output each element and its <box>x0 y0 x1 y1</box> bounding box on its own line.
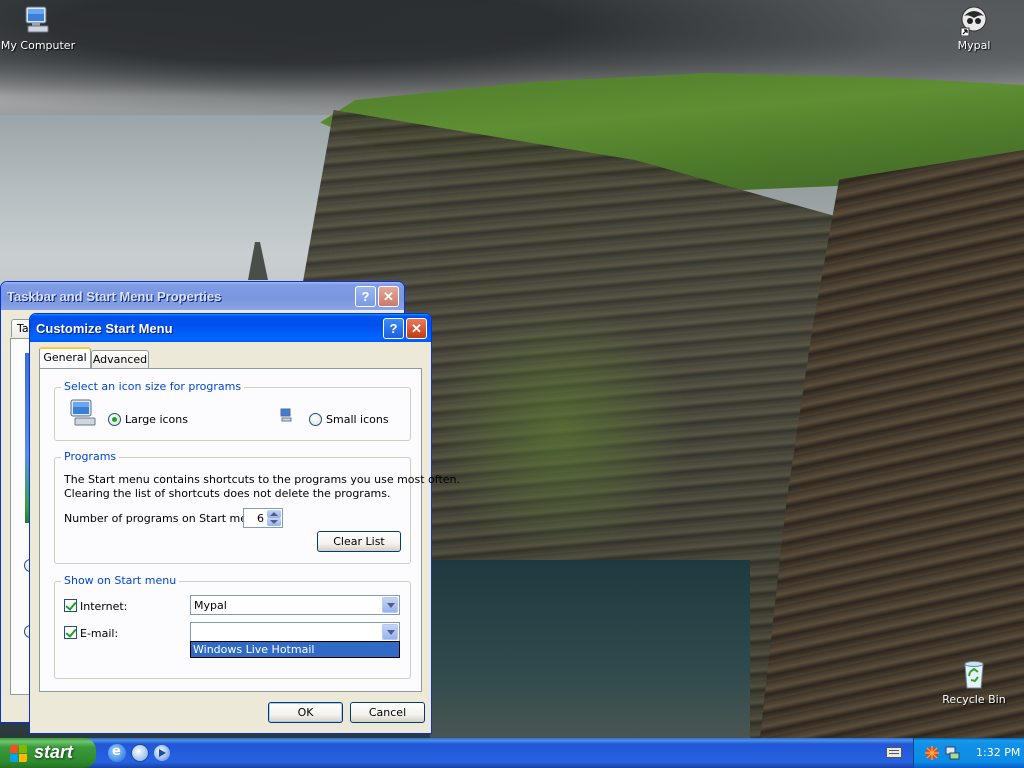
large-icons-icon <box>69 398 99 428</box>
internet-label[interactable]: Internet: <box>80 600 127 613</box>
internet-browser-value: Mypal <box>194 599 227 612</box>
dropdown-option-windows-live-hotmail[interactable]: Windows Live Hotmail <box>191 642 399 657</box>
spin-down-icon[interactable] <box>267 518 281 526</box>
internet-explorer-icon[interactable]: e <box>108 744 126 762</box>
mypal-icon <box>958 4 990 37</box>
show-on-start-group: Show on Start menu Internet: Mypal E-mai… <box>54 574 411 679</box>
ok-button[interactable]: OK <box>268 702 343 723</box>
group-legend: Show on Start menu <box>61 574 180 587</box>
my-computer-icon <box>22 4 54 36</box>
group-legend: Select an icon size for programs <box>61 380 245 393</box>
chevron-down-icon[interactable] <box>382 597 398 613</box>
email-dropdown-list: Windows Live Hotmail <box>190 641 400 658</box>
email-label[interactable]: E-mail: <box>80 627 118 640</box>
security-alert-icon[interactable] <box>924 745 940 761</box>
program-count-spinner[interactable]: 6 <box>243 508 283 528</box>
close-button[interactable]: ✕ <box>406 318 427 339</box>
close-button[interactable]: ✕ <box>378 286 399 307</box>
internet-checkbox[interactable] <box>64 599 77 612</box>
tab-label: General <box>43 351 87 364</box>
windows-logo-icon <box>10 745 27 762</box>
help-button[interactable]: ? <box>383 318 404 339</box>
programs-group: Programs The Start menu contains shortcu… <box>54 450 460 564</box>
email-checkbox[interactable] <box>64 626 77 639</box>
media-player-icon[interactable] <box>154 745 170 761</box>
small-icons-radio[interactable] <box>309 413 322 426</box>
customize-start-menu-dialog: Customize Start Menu ? ✕ General Advance… <box>29 313 460 734</box>
program-count-label: Number of programs on Start menu: <box>64 512 265 525</box>
water-bottom <box>430 560 750 738</box>
desktop-icon-my-computer[interactable]: My Computer <box>0 4 78 52</box>
desktop-icon-label: Recycle Bin <box>942 693 1006 706</box>
desktop-icon-label: Mypal <box>957 39 991 52</box>
help-button[interactable]: ? <box>355 286 376 307</box>
mypal-browser-icon[interactable] <box>131 744 149 762</box>
cancel-button[interactable]: Cancel <box>350 702 425 723</box>
small-icons-label[interactable]: Small icons <box>326 413 389 426</box>
chevron-down-icon[interactable] <box>382 624 398 640</box>
system-tray: 1:32 PM <box>913 738 1024 768</box>
taskbar: start e 1:32 PM <box>0 738 1024 768</box>
programs-description-line2: Clearing the list of shortcuts does not … <box>64 487 391 500</box>
recycle-bin-icon <box>958 658 990 690</box>
large-icons-radio[interactable] <box>108 413 121 426</box>
program-count-value[interactable]: 6 <box>257 512 264 525</box>
start-button[interactable]: start <box>0 738 96 768</box>
cliff-moss <box>430 300 690 560</box>
clear-list-button[interactable]: Clear List <box>317 531 401 552</box>
customize-titlebar[interactable]: Customize Start Menu ? ✕ <box>30 314 431 342</box>
programs-description-line1: The Start menu contains shortcuts to the… <box>64 473 461 486</box>
window-title: Taskbar and Start Menu Properties <box>7 289 222 304</box>
large-icons-label[interactable]: Large icons <box>125 413 188 426</box>
taskbar-properties-titlebar[interactable]: Taskbar and Start Menu Properties ? ✕ <box>1 282 404 310</box>
tab-advanced[interactable]: Advanced <box>91 350 149 368</box>
email-client-select[interactable] <box>190 622 400 642</box>
window-title: Customize Start Menu <box>36 321 173 336</box>
tab-label: Ta <box>17 322 29 335</box>
desktop-icon-mypal[interactable]: Mypal <box>934 4 1014 52</box>
start-label: start <box>34 742 74 762</box>
desktop-icon-label: My Computer <box>0 39 76 52</box>
desktop-icon-recycle-bin[interactable]: Recycle Bin <box>934 658 1014 706</box>
general-tab-panel: Select an icon size for programs Large i… <box>39 368 460 692</box>
tab-label: Advanced <box>92 353 148 366</box>
internet-browser-select[interactable]: Mypal <box>190 595 400 615</box>
tab-general[interactable]: General <box>39 347 91 368</box>
keyboard-icon[interactable] <box>886 747 902 758</box>
clock[interactable]: 1:32 PM <box>976 746 1020 759</box>
icon-size-group: Select an icon size for programs Large i… <box>54 380 411 441</box>
network-icon[interactable] <box>944 745 960 761</box>
spin-up-icon[interactable] <box>267 510 281 518</box>
small-icons-icon <box>280 408 292 422</box>
group-legend: Programs <box>61 450 120 463</box>
